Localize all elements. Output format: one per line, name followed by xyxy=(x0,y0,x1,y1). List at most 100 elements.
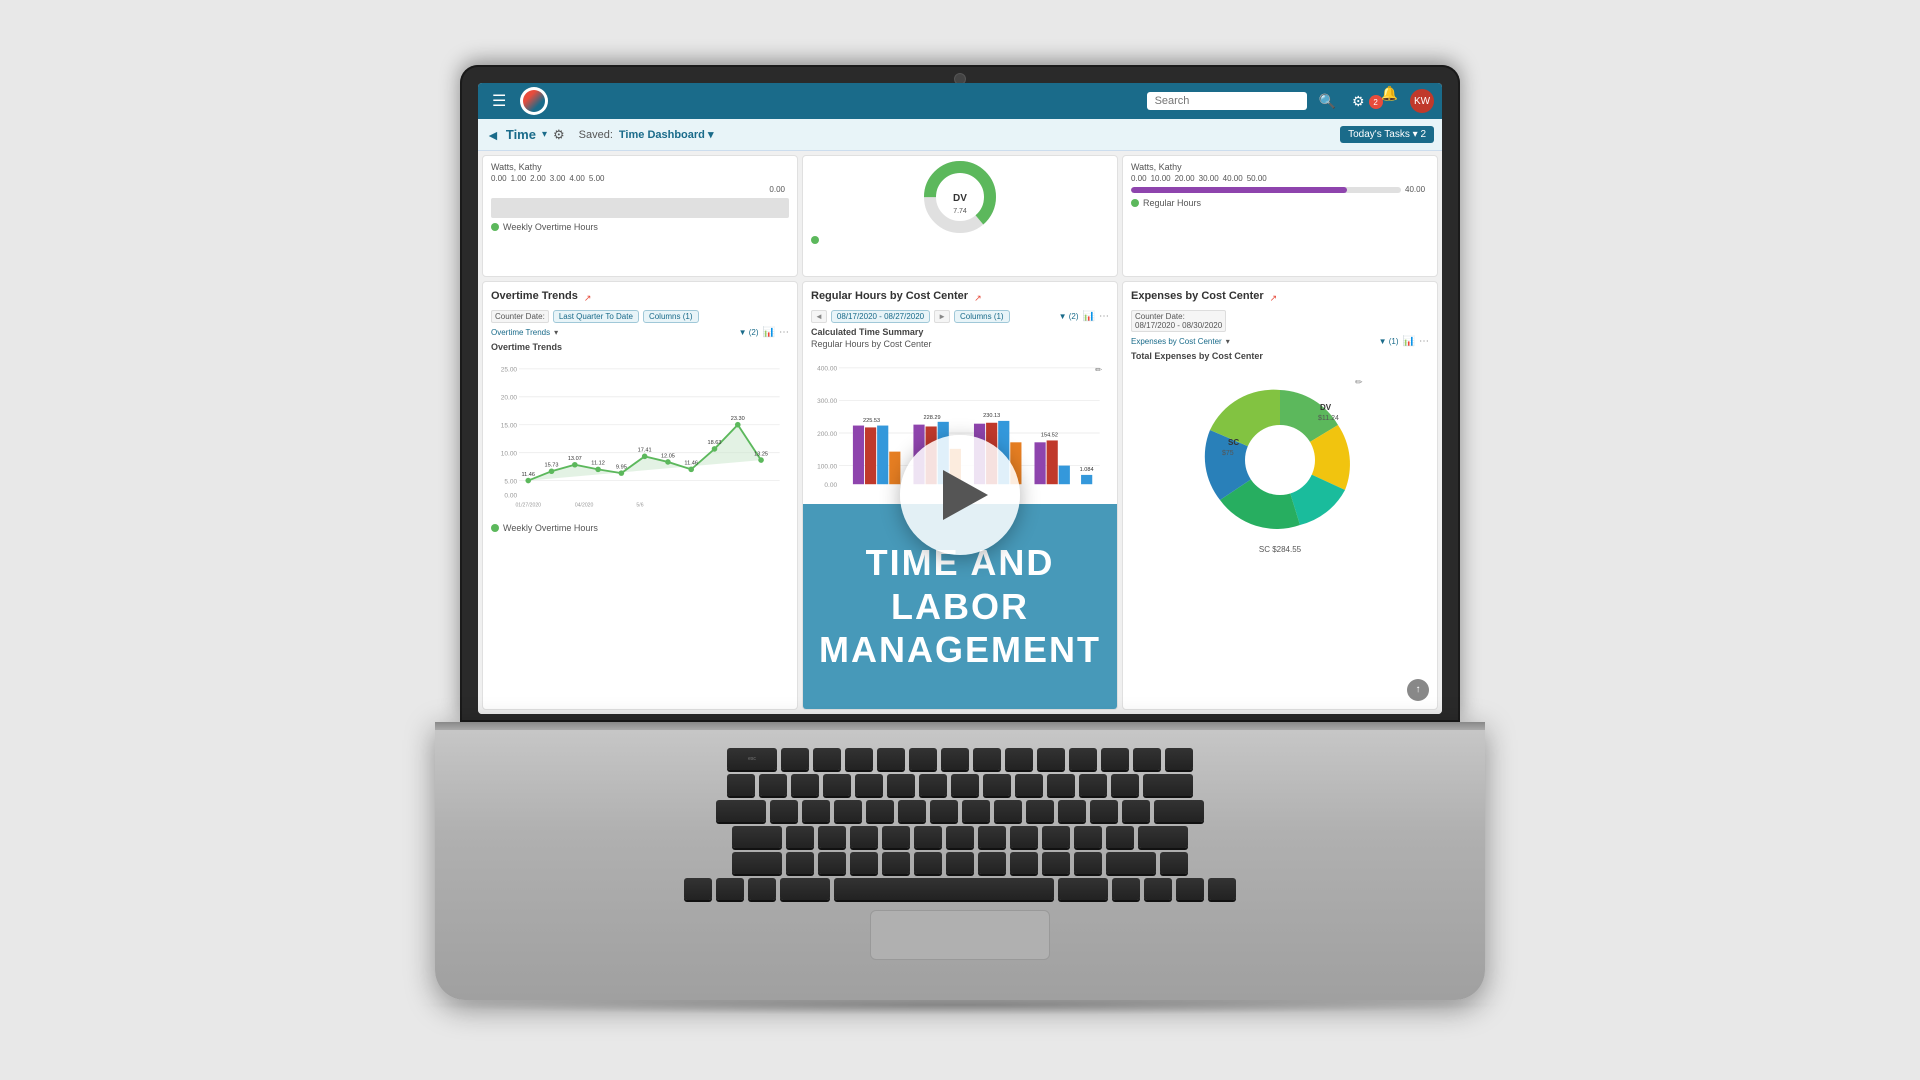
exp-dropdown[interactable]: Expenses by Cost Center xyxy=(1131,337,1222,346)
card1-bar-bg xyxy=(491,198,789,218)
ot-filter-row: Counter Date: Last Quarter To Date Colum… xyxy=(491,310,789,323)
ot-columns-tag[interactable]: Columns (1) xyxy=(643,310,699,323)
title-dropdown-icon[interactable]: ▾ xyxy=(542,129,547,140)
ot-dropdown-arrow[interactable]: ▾ xyxy=(554,328,558,337)
search-input[interactable] xyxy=(1147,92,1307,110)
ot-sub-nav: Overtime Trends ▾ ▼ (2) 📊 ⋯ xyxy=(491,327,789,338)
user-avatar[interactable]: KW xyxy=(1410,89,1434,113)
key-f12 xyxy=(1133,748,1161,770)
exp-more-icon[interactable]: ⋯ xyxy=(1419,336,1429,347)
key-caps xyxy=(732,826,782,848)
svg-text:DV: DV xyxy=(1320,403,1332,412)
key-semicolon xyxy=(1074,826,1102,848)
ot-legend-label: Weekly Overtime Hours xyxy=(503,523,598,533)
ot-link-icon[interactable]: ↗ xyxy=(584,293,592,304)
key-f8 xyxy=(1005,748,1033,770)
card3-bar-fill xyxy=(1131,187,1347,193)
keyboard-rows: esc xyxy=(684,748,1236,900)
exp-dropdown-arrow[interactable]: ▾ xyxy=(1226,337,1230,346)
module-settings-icon[interactable]: ⚙ xyxy=(553,127,565,143)
key-y xyxy=(930,800,958,822)
keyboard-row-3 xyxy=(684,800,1236,822)
key-1 xyxy=(759,774,787,796)
ot-filter-icon[interactable]: ▼ (2) xyxy=(739,328,759,337)
key-l xyxy=(1042,826,1070,848)
video-overlay[interactable] xyxy=(803,282,1117,709)
card1-axis4: 3.00 xyxy=(550,174,566,183)
svg-text:13.07: 13.07 xyxy=(568,456,582,462)
card1-axis: 0.00 xyxy=(491,174,507,183)
hamburger-menu-icon[interactable]: ☰ xyxy=(486,91,512,111)
ot-date-tag[interactable]: Last Quarter To Date xyxy=(553,310,639,323)
overtime-hours-card: Watts, Kathy 0.00 1.00 2.00 3.00 4.00 5.… xyxy=(482,155,798,277)
card3-axis2: 10.00 xyxy=(1151,174,1171,183)
touchpad[interactable] xyxy=(870,910,1050,960)
ot-chart-type-icon[interactable]: 📊 xyxy=(763,327,775,338)
key-f10 xyxy=(1069,748,1097,770)
ot-dropdown[interactable]: Overtime Trends xyxy=(491,328,550,337)
key-lbracket xyxy=(1090,800,1118,822)
card3-axis3: 20.00 xyxy=(1175,174,1195,183)
card3-axis-row: 0.00 10.00 20.00 30.00 40.00 50.00 xyxy=(1131,174,1429,183)
search-icon[interactable]: 🔍 xyxy=(1315,93,1340,110)
svg-text:18.63: 18.63 xyxy=(708,440,722,446)
key-equals xyxy=(1111,774,1139,796)
key-e xyxy=(834,800,862,822)
key-c xyxy=(850,852,878,874)
key-f3 xyxy=(845,748,873,770)
card1-axis3: 2.00 xyxy=(530,174,546,183)
svg-text:25.00: 25.00 xyxy=(501,367,518,374)
exp-chart-label: Total Expenses by Cost Center xyxy=(1131,351,1429,361)
key-a xyxy=(786,826,814,848)
exp-date-label: Counter Date:08/17/2020 - 08/30/2020 xyxy=(1131,310,1226,332)
play-button[interactable] xyxy=(900,435,1020,555)
key-cmd-l xyxy=(780,878,830,900)
card1-legend: Weekly Overtime Hours xyxy=(491,222,789,232)
svg-text:7.74: 7.74 xyxy=(953,208,967,215)
exp-chart-type-icon[interactable]: 📊 xyxy=(1403,336,1415,347)
key-k xyxy=(1010,826,1038,848)
notification-badge: 2 xyxy=(1369,95,1383,109)
settings-icon[interactable]: ⚙ xyxy=(1348,93,1369,110)
logo-icon xyxy=(523,90,545,112)
key-fn xyxy=(684,878,712,900)
app-logo xyxy=(520,87,548,115)
key-f xyxy=(882,826,910,848)
ot-chart-title: Overtime Trends xyxy=(491,290,578,302)
key-v xyxy=(882,852,910,874)
exp-filter-icon[interactable]: ▼ (1) xyxy=(1379,337,1399,346)
key-comma xyxy=(1010,852,1038,874)
key-h xyxy=(946,826,974,848)
dashboard-selector[interactable]: Time Dashboard ▾ xyxy=(619,128,714,141)
exp-chart-title: Expenses by Cost Center xyxy=(1131,290,1264,302)
card2-legend xyxy=(811,236,1109,244)
key-s xyxy=(818,826,846,848)
svg-text:17.41: 17.41 xyxy=(638,448,652,454)
key-3 xyxy=(823,774,851,796)
key-f9 xyxy=(1037,748,1065,770)
exp-link-icon[interactable]: ↗ xyxy=(1270,293,1278,304)
key-down xyxy=(1176,878,1204,900)
card1-axis6: 5.00 xyxy=(589,174,605,183)
key-2 xyxy=(791,774,819,796)
laptop-container: ☰ 🔍 ⚙ 🔔 2 KW ◄ Time ▾ ⚙ Sav xyxy=(410,65,1510,1015)
ot-more-icon[interactable]: ⋯ xyxy=(779,327,789,338)
svg-text:$11.24: $11.24 xyxy=(1318,415,1339,422)
top-charts-row: Watts, Kathy 0.00 1.00 2.00 3.00 4.00 5.… xyxy=(478,151,1442,281)
card3-axis5: 40.00 xyxy=(1223,174,1243,183)
regular-hours-card: Watts, Kathy 0.00 10.00 20.00 30.00 40.0… xyxy=(1122,155,1438,277)
back-button[interactable]: ◄ xyxy=(486,127,500,143)
key-r xyxy=(866,800,894,822)
scroll-up-button[interactable]: ↑ xyxy=(1407,679,1429,701)
key-w xyxy=(802,800,830,822)
svg-text:DV: DV xyxy=(953,193,967,204)
key-f6 xyxy=(941,748,969,770)
svg-text:11.46: 11.46 xyxy=(521,472,535,478)
card1-axis2: 1.00 xyxy=(511,174,527,183)
card3-legend-label: Regular Hours xyxy=(1143,198,1201,208)
key-quote xyxy=(1106,826,1134,848)
tasks-button[interactable]: Today's Tasks ▾ 2 xyxy=(1340,126,1434,143)
key-4 xyxy=(855,774,883,796)
svg-text:11.46: 11.46 xyxy=(684,461,698,467)
key-alt xyxy=(748,878,776,900)
